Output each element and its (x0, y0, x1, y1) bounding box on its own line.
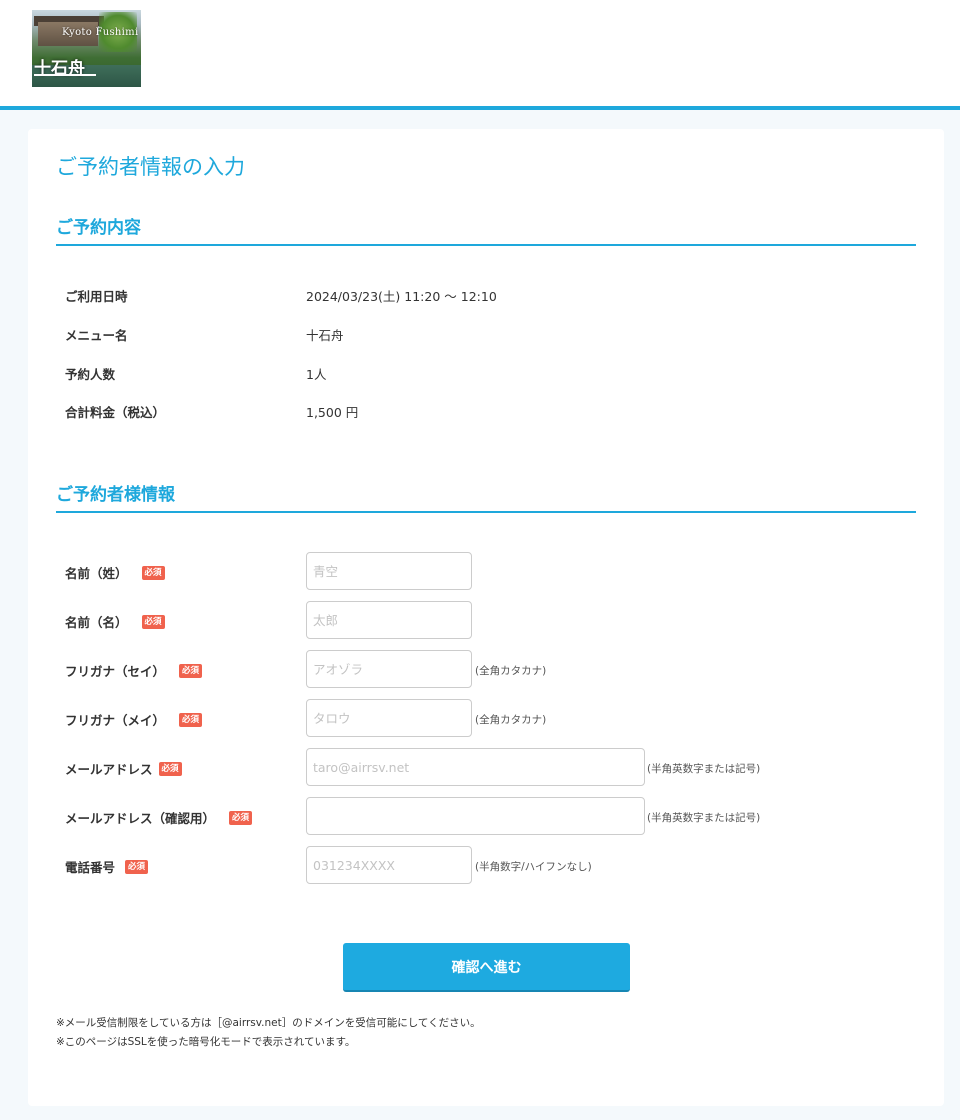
reservation-section-title: ご予約内容 (56, 218, 141, 238)
email-confirm-label-text: メールアドレス（確認用） (65, 811, 216, 826)
first-name-label: 名前（名） 必須 (65, 612, 165, 631)
email-confirm-label: メールアドレス（確認用） 必須 (65, 808, 253, 827)
furigana-first-input[interactable] (306, 699, 472, 737)
email-domain-note: ※メール受信制限をしている方は［@airrsv.net］のドメインを受信可能にし… (56, 1017, 481, 1029)
email-label: メールアドレス 必須 (65, 759, 182, 778)
form-card: ご予約者情報の入力 ご予約内容 ご利用日時 2024/03/23(土) 11:2… (28, 129, 944, 1106)
first-name-label-text: 名前（名） (65, 615, 128, 630)
furigana-last-input[interactable] (306, 650, 472, 688)
phone-input[interactable] (306, 846, 472, 884)
logo-subtitle: Kyoto Fushimi (62, 27, 139, 38)
site-header: Kyoto Fushimi 十石舟 (0, 0, 960, 110)
phone-label: 電話番号 必須 (65, 857, 149, 876)
furigana-last-hint: (全角カタカナ) (475, 665, 547, 677)
furigana-last-label-text: フリガナ（セイ） (65, 664, 166, 679)
required-badge: 必須 (179, 712, 203, 727)
required-badge: 必須 (141, 614, 165, 629)
site-logo[interactable]: Kyoto Fushimi 十石舟 (32, 10, 141, 87)
page-title: ご予約者情報の入力 (56, 155, 245, 179)
menu-name-label: メニュー名 (65, 328, 128, 343)
furigana-first-label: フリガナ（メイ） 必須 (65, 710, 203, 729)
customer-section-title: ご予約者様情報 (56, 485, 175, 505)
logo-underline (34, 74, 96, 76)
total-price-value: 1,500 円 (306, 405, 359, 420)
email-confirm-hint: (半角英数字または記号) (647, 812, 761, 824)
required-badge: 必須 (179, 663, 203, 678)
customer-section-divider (56, 511, 916, 513)
first-name-input[interactable] (306, 601, 472, 639)
ssl-note: ※このページはSSLを使った暗号化モードで表示されています。 (56, 1036, 356, 1048)
required-badge: 必須 (158, 761, 182, 776)
furigana-first-hint: (全角カタカナ) (475, 714, 547, 726)
total-price-label: 合計料金（税込） (65, 405, 166, 420)
furigana-last-label: フリガナ（セイ） 必須 (65, 661, 203, 680)
party-size-label: 予約人数 (65, 367, 116, 382)
usage-datetime-value: 2024/03/23(土) 11:20 〜 12:10 (306, 289, 497, 304)
party-size-value: 1人 (306, 367, 327, 382)
last-name-label-text: 名前（姓） (65, 566, 128, 581)
email-input[interactable] (306, 748, 645, 786)
email-confirm-input[interactable] (306, 797, 645, 835)
phone-label-text: 電話番号 (65, 860, 116, 875)
reservation-section-divider (56, 244, 916, 246)
last-name-label: 名前（姓） 必須 (65, 563, 165, 582)
email-label-text: メールアドレス (65, 762, 153, 777)
required-badge: 必須 (141, 565, 165, 580)
menu-name-value: 十石舟 (306, 328, 344, 343)
usage-datetime-label: ご利用日時 (65, 289, 128, 304)
last-name-input[interactable] (306, 552, 472, 590)
phone-hint: (半角数字/ハイフンなし) (475, 861, 592, 873)
furigana-first-label-text: フリガナ（メイ） (65, 713, 166, 728)
email-hint: (半角英数字または記号) (647, 763, 761, 775)
required-badge: 必須 (125, 859, 149, 874)
proceed-to-confirm-button[interactable]: 確認へ進む (343, 943, 630, 992)
required-badge: 必須 (229, 810, 253, 825)
